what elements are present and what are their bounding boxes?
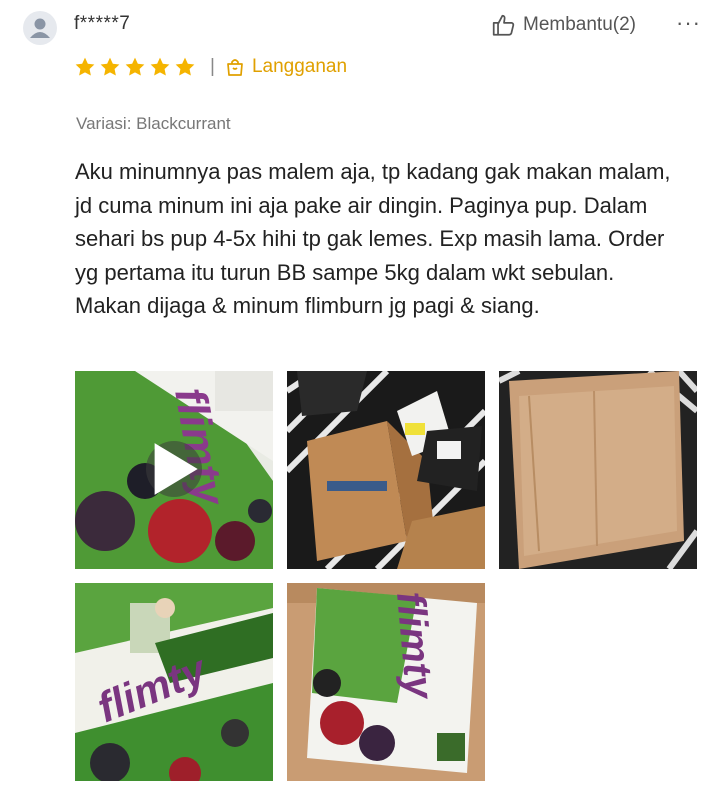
badge-label: Langganan [251,56,348,77]
helpful-count: Membantu(2) [523,14,636,35]
review-photo[interactable]: flimty [287,583,485,781]
subscription-badge: Langganan [225,56,347,78]
review-photo[interactable] [287,371,485,569]
user-icon [30,18,50,38]
thumbs-up-icon [492,14,515,36]
brand-text: flimty [388,590,441,702]
review-photo[interactable]: flimty [75,583,273,781]
rating-row: | Langganan [74,56,347,78]
review-photo[interactable] [499,371,697,569]
divider: | [210,56,215,77]
product-box-photo-image: flimty [75,583,273,781]
play-button[interactable] [146,441,202,497]
reviewer-name: f*****7 [74,13,131,34]
star-icon [175,57,195,76]
star-icon [75,57,95,76]
star-icon [100,57,120,76]
star-rating [74,56,196,78]
review-text: Aku minumnya pas malem aja, tp kadang ga… [75,159,671,318]
shopping-bag-icon [227,59,243,76]
more-options-button[interactable]: ··· [676,10,701,36]
review-video-thumbnail[interactable]: flimty [75,371,273,569]
box-photo-image [499,371,697,569]
helpful-button[interactable]: Membantu(2) [491,12,636,38]
variant-label: Variasi: Blackcurrant [76,114,231,133]
star-icon [125,57,145,76]
play-icon [154,443,198,495]
ellipsis-icon: ··· [676,10,701,35]
star-icon [150,57,170,76]
package-photo-image [287,371,485,569]
product-on-box-photo-image: flimty [287,583,485,781]
avatar[interactable] [23,11,57,45]
